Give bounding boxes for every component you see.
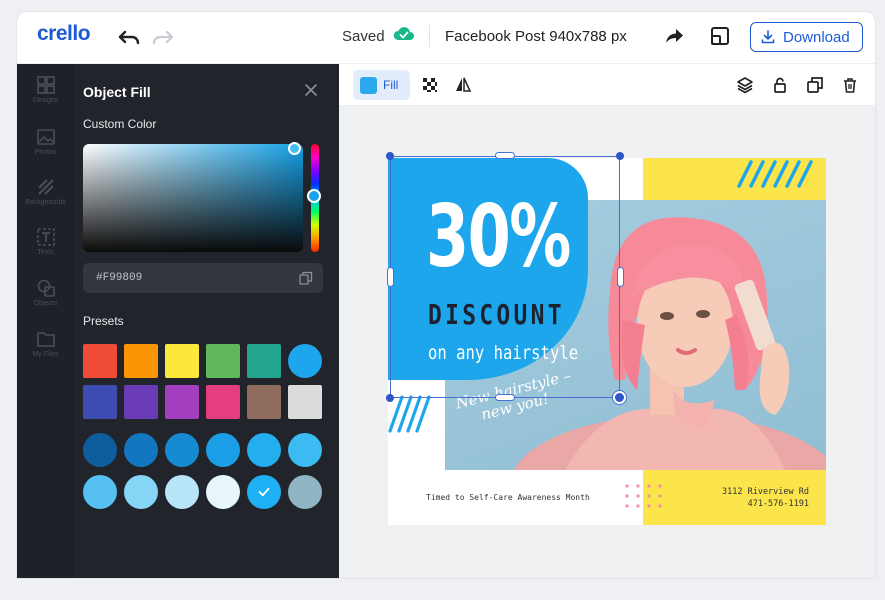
rail-label: Objects xyxy=(33,300,58,307)
preset-swatch[interactable] xyxy=(288,344,322,378)
preset-swatch[interactable] xyxy=(165,433,199,467)
preset-swatch[interactable] xyxy=(124,344,158,378)
rail-label: Photos xyxy=(34,149,57,156)
color-saturation-picker[interactable] xyxy=(83,144,303,252)
backgrounds-icon xyxy=(37,179,54,195)
resize-handle-sw[interactable] xyxy=(386,394,394,402)
address-block[interactable]: 3112 Riverview Rd 471-576-1191 xyxy=(722,486,809,511)
fill-button[interactable]: Fill xyxy=(353,70,410,100)
preset-swatch[interactable] xyxy=(165,385,199,419)
checkmark-icon xyxy=(247,475,281,509)
preset-swatch[interactable] xyxy=(206,385,240,419)
preset-swatch[interactable] xyxy=(83,344,117,378)
download-label: Download xyxy=(783,28,850,46)
fill-color-swatch xyxy=(360,76,377,94)
address-street: 3112 Riverview Rd xyxy=(722,487,809,497)
rail-label: Texts xyxy=(37,249,54,256)
stripes-decoration[interactable] xyxy=(735,158,820,188)
resize-handle-e[interactable] xyxy=(617,267,624,287)
folder-icon xyxy=(36,332,55,347)
panel-title: Object Fill xyxy=(83,84,151,100)
preset-swatch[interactable] xyxy=(165,344,199,378)
hex-value: #F99809 xyxy=(96,272,143,284)
text-icon xyxy=(36,228,55,246)
preset-swatch[interactable] xyxy=(124,433,158,467)
hex-input[interactable]: #F99809 xyxy=(83,263,323,293)
rail-item-photos[interactable]: Photos xyxy=(17,128,74,156)
preset-swatch[interactable] xyxy=(83,385,117,419)
rail-label: Backgrounds xyxy=(25,199,66,206)
preset-swatch[interactable] xyxy=(206,475,240,509)
context-toolbar: Fill xyxy=(339,64,875,106)
undo-icon[interactable] xyxy=(116,24,144,50)
lock-icon[interactable] xyxy=(771,76,789,94)
preset-swatch[interactable] xyxy=(124,385,158,419)
document-title[interactable]: Facebook Post 940x788 px xyxy=(445,28,627,45)
rail-item-texts[interactable]: Texts xyxy=(17,228,74,256)
rail-label: My Files xyxy=(32,351,59,358)
preset-swatch[interactable] xyxy=(247,433,281,467)
top-bar: crello Saved Facebook Post 940x788 px Do… xyxy=(17,12,875,64)
rail-item-backgrounds[interactable]: Backgrounds xyxy=(17,178,74,206)
pink-dots-decoration[interactable] xyxy=(624,483,669,513)
selection-box[interactable] xyxy=(390,156,620,398)
preset-swatch[interactable] xyxy=(288,475,322,509)
share-icon[interactable] xyxy=(664,26,686,46)
preset-swatch[interactable] xyxy=(288,385,322,419)
flip-icon[interactable] xyxy=(454,76,472,94)
preset-swatch[interactable] xyxy=(247,475,281,509)
preset-swatch[interactable] xyxy=(165,475,199,509)
download-icon xyxy=(761,30,775,44)
rail-label: Designs xyxy=(32,97,59,104)
layers-icon[interactable] xyxy=(736,76,754,94)
resize-handle-ne[interactable] xyxy=(616,152,624,160)
preset-swatch[interactable] xyxy=(247,385,281,419)
fill-label: Fill xyxy=(383,78,399,92)
resize-handle-n[interactable] xyxy=(495,152,515,159)
custom-color-label: Custom Color xyxy=(83,117,157,131)
address-phone: 471-576-1191 xyxy=(747,499,809,510)
canvas-area: Fill 30% DISCOUNT on any hairstyle New h… xyxy=(339,64,875,578)
rail-item-objects[interactable]: Objects xyxy=(17,279,74,307)
trash-icon[interactable] xyxy=(841,76,859,94)
rail-item-designs[interactable]: Designs xyxy=(17,76,74,104)
preset-swatch[interactable] xyxy=(83,475,117,509)
resize-handle-nw[interactable] xyxy=(386,152,394,160)
rotate-handle[interactable] xyxy=(613,391,626,404)
duplicate-icon[interactable] xyxy=(806,76,824,94)
object-fill-panel: Object Fill Custom Color #F99809 Presets xyxy=(74,64,339,578)
preset-swatch[interactable] xyxy=(206,433,240,467)
preset-swatch[interactable] xyxy=(288,433,322,467)
picker-knob[interactable] xyxy=(288,142,301,155)
preset-swatch[interactable] xyxy=(83,433,117,467)
resize-handle-w[interactable] xyxy=(387,267,394,287)
saved-status: Saved xyxy=(342,28,385,45)
preset-swatch[interactable] xyxy=(124,475,158,509)
resize-handle-s[interactable] xyxy=(495,394,515,401)
transparency-icon[interactable] xyxy=(421,76,439,94)
objects-icon xyxy=(37,279,55,297)
crello-logo[interactable]: crello xyxy=(37,22,91,46)
download-button[interactable]: Download xyxy=(750,22,863,52)
designs-icon xyxy=(36,76,55,94)
redo-icon[interactable] xyxy=(148,24,176,50)
presets-label: Presets xyxy=(83,314,124,328)
stripes-decoration-left[interactable] xyxy=(388,393,433,433)
hue-slider-handle[interactable] xyxy=(307,189,321,203)
cloud-check-icon xyxy=(393,27,414,40)
left-rail: Designs Photos Backgrounds Texts Objects… xyxy=(17,64,74,578)
preset-swatch[interactable] xyxy=(247,344,281,378)
divider xyxy=(429,25,430,47)
footer-text[interactable]: Timed to Self-Care Awareness Month xyxy=(426,493,590,502)
preset-swatch[interactable] xyxy=(206,344,240,378)
rail-item-my-files[interactable]: My Files xyxy=(17,330,74,358)
copy-icon[interactable] xyxy=(299,271,313,285)
photos-icon xyxy=(36,129,55,145)
app-window: crello Saved Facebook Post 940x788 px Do… xyxy=(17,12,875,578)
resize-icon[interactable] xyxy=(709,26,731,46)
close-icon[interactable] xyxy=(303,82,319,98)
